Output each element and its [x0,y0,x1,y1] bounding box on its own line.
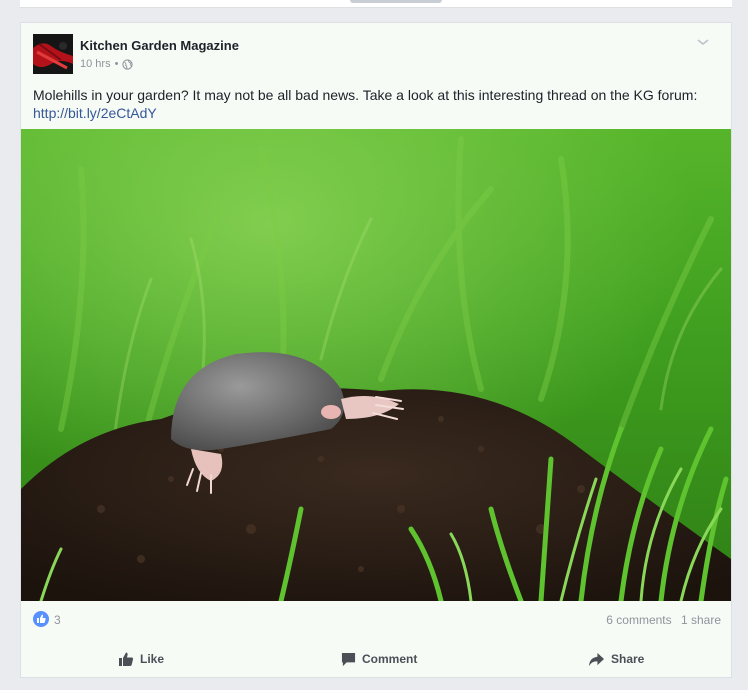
post-photo[interactable] [21,129,731,601]
post-body: Molehills in your garden? It may not be … [33,86,713,122]
comment-label: Comment [362,652,418,666]
page-avatar[interactable] [33,34,73,74]
share-arrow-icon [589,652,604,666]
post-actions: Like Comment Share [21,641,731,677]
like-button[interactable]: Like [118,641,164,677]
previous-post-handle [350,0,442,3]
comments-count[interactable]: 6 comments [606,613,671,627]
page-name-link[interactable]: Kitchen Garden Magazine [80,38,239,53]
like-reaction-icon[interactable] [33,611,49,627]
like-count[interactable]: 3 [54,613,61,627]
share-button[interactable]: Share [588,641,644,677]
reactions-bar: 3 6 comments 1 share [33,611,721,629]
previous-post-card-edge [20,0,732,8]
like-label: Like [140,652,165,666]
post-header: Kitchen Garden Magazine 10 hrs • [33,34,713,74]
post-time[interactable]: 10 hrs [80,58,111,70]
shares-count[interactable]: 1 share [681,613,721,627]
meta-separator: • [114,58,119,70]
post-message: Molehills in your garden? It may not be … [33,87,698,103]
globe-icon [122,58,134,70]
post-card: Kitchen Garden Magazine 10 hrs • Molehil… [20,22,732,678]
post-meta: 10 hrs • [80,58,134,70]
post-link[interactable]: http://bit.ly/2eCtAdY [33,104,713,122]
share-label: Share [611,652,645,666]
thumbs-up-icon [119,652,134,666]
chevron-down-icon[interactable] [695,34,711,50]
engagement-counts: 6 comments 1 share [606,613,721,627]
comment-icon [341,652,356,666]
comment-button[interactable]: Comment [341,641,417,677]
